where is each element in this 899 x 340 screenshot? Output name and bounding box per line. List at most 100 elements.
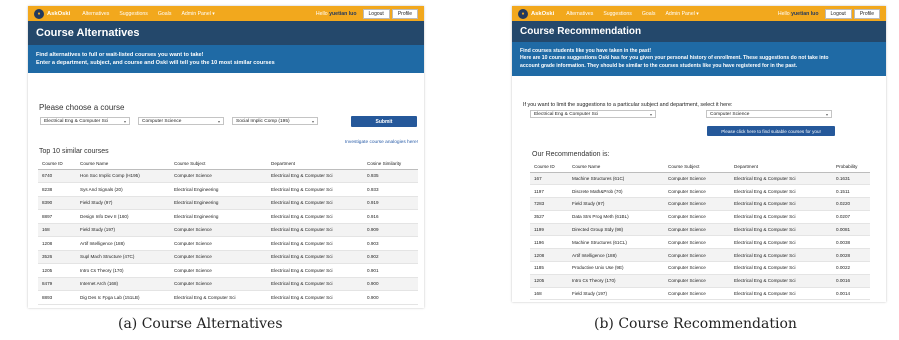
cell-course-id: 1205 bbox=[530, 274, 568, 288]
cell-score: 0.0038 bbox=[832, 235, 870, 250]
cell-department: Electrical Eng & Computer Sci bbox=[267, 223, 363, 237]
col-department: Department bbox=[730, 162, 832, 173]
cell-course-id: 8897 bbox=[38, 209, 76, 224]
cell-score: 0.903 bbox=[363, 236, 418, 251]
nav-user-area: Hello yuetian luo Logout Profile bbox=[778, 8, 880, 19]
table-header-row: Course ID Course Name Course Subject Dep… bbox=[38, 158, 418, 170]
cell-department: Electrical Eng & Computer Sci bbox=[267, 236, 363, 251]
app-logo[interactable]: ● AskOski bbox=[518, 8, 554, 19]
nav-link-goals[interactable]: Goals bbox=[158, 11, 172, 17]
nav-user-area: Hello yuetian luo Logout Profile bbox=[316, 8, 418, 19]
subject-select-value: Computer Science bbox=[710, 111, 750, 117]
info-banner: Find alternatives to full or wait-listed… bbox=[28, 45, 424, 73]
course-select[interactable]: Social Implic Comp (195) ▾ bbox=[232, 117, 318, 125]
table-row: 1197 Discrete Math&Prob (70) Computer Scie… bbox=[530, 184, 870, 199]
cell-course-subject: Electrical Engineering bbox=[170, 209, 267, 224]
cell-score: 0.0028 bbox=[832, 248, 870, 263]
cell-course-subject: Computer Science bbox=[664, 248, 730, 263]
col-probability: Probability bbox=[832, 162, 870, 173]
cell-course-name: Internet Arch (168) bbox=[76, 277, 170, 291]
cell-course-subject: Computer Science bbox=[170, 236, 267, 251]
course-analogies-link[interactable]: Investigate course analogies here! bbox=[345, 140, 418, 145]
cell-department: Electrical Eng & Computer Sci bbox=[267, 182, 363, 197]
table-row: 1208 Artif Intelligence (188) Computer Sci… bbox=[530, 248, 870, 263]
table-row: 1208 Artif Intelligence (188) Computer Sci… bbox=[38, 236, 418, 251]
cell-score: 0.900 bbox=[363, 290, 418, 305]
app-name: AskOski bbox=[47, 10, 71, 17]
greeting: Hello yuetian luo bbox=[778, 11, 819, 17]
nav-link-admin-panel[interactable]: Admin Panel ▾ bbox=[181, 11, 214, 17]
logout-button[interactable]: Logout bbox=[362, 8, 390, 19]
greeting-prefix: Hello bbox=[315, 10, 328, 17]
cell-course-subject: Computer Science bbox=[664, 274, 730, 288]
cell-course-subject: Computer Science bbox=[664, 261, 730, 275]
cell-department: Electrical Eng & Computer Sci bbox=[267, 209, 363, 224]
table-row: 8390 Field Study (97) Electrical Engineeri… bbox=[38, 196, 418, 210]
cell-course-id: 167 bbox=[530, 172, 568, 186]
cell-course-name: Dig Des Ic Fpga Lab (151LB) bbox=[76, 290, 170, 305]
cell-course-subject: Computer Science bbox=[664, 210, 730, 224]
cell-score: 0.1631 bbox=[832, 172, 870, 186]
cell-course-subject: Computer Science bbox=[170, 277, 267, 291]
cell-course-id: 6740 bbox=[38, 169, 76, 183]
greeting: Hello yuetian luo bbox=[316, 11, 357, 17]
recommendations-table: Course ID Course Name Course Subject Dep… bbox=[530, 162, 870, 301]
profile-button[interactable]: Profile bbox=[391, 8, 418, 19]
table-row: 3526 Supl Mach Structure (47C) Computer Sc… bbox=[38, 250, 418, 264]
cell-course-name: Sys And Signals (20) bbox=[76, 182, 170, 197]
cell-course-name: Directed Group Stdy (98) bbox=[568, 223, 664, 237]
cell-course-id: 1208 bbox=[38, 236, 76, 251]
table-row: 1205 Intro Cs Theory (170) Computer Scienc… bbox=[38, 263, 418, 278]
cell-score: 0.909 bbox=[363, 223, 418, 237]
department-select-value: Electrical Eng & Computer Sci bbox=[44, 118, 109, 124]
cell-department: Electrical Eng & Computer Sci bbox=[730, 172, 832, 186]
page-title-bar: Course Alternatives bbox=[28, 21, 424, 45]
col-course-name: Course Name bbox=[568, 162, 664, 173]
bear-logo-icon: ● bbox=[34, 8, 44, 19]
app-logo[interactable]: ● AskOski bbox=[34, 8, 71, 19]
caption-course-alternatives: (a) Course Alternatives bbox=[118, 316, 283, 332]
course-alternatives-panel: ● AskOski Alternatives Suggestions Goals… bbox=[28, 6, 424, 308]
logout-button[interactable]: Logout bbox=[824, 8, 852, 19]
nav-link-alternatives[interactable]: Alternatives bbox=[82, 11, 109, 17]
cell-department: Electrical Eng & Computer Sci bbox=[730, 261, 832, 275]
cell-course-name: Machine Structures (61C) bbox=[568, 172, 664, 186]
cell-course-name: Artif Intelligence (188) bbox=[76, 236, 170, 251]
section-title: Top 10 similar courses bbox=[39, 148, 109, 155]
nav-link-suggestions[interactable]: Suggestions bbox=[603, 11, 632, 17]
nav-link-suggestions[interactable]: Suggestions bbox=[119, 11, 148, 17]
table-row: 8897 Design Info Dev II (160) Electrical E… bbox=[38, 209, 418, 224]
info-banner: Find courses students like you have take… bbox=[512, 42, 886, 76]
cell-course-name: Supl Mach Structure (47C) bbox=[76, 250, 170, 264]
username: yuetian luo bbox=[329, 10, 357, 17]
nav-link-goals[interactable]: Goals bbox=[642, 11, 656, 17]
info-line-3: account grade information. They should b… bbox=[520, 62, 798, 69]
cell-score: 0.0016 bbox=[832, 274, 870, 288]
department-select[interactable]: Electrical Eng & Computer Sci ▾ bbox=[40, 117, 130, 125]
cell-department: Electrical Eng & Computer Sci bbox=[730, 287, 832, 301]
table-row: 1205 Intro Cs Theory (170) Computer Scienc… bbox=[530, 274, 870, 288]
bear-logo-icon: ● bbox=[518, 8, 528, 19]
info-line-2: Enter a department, subject, and course … bbox=[36, 60, 275, 66]
table-row: 3527 Data Strs Prog Meth (61BL) Computer S… bbox=[530, 210, 870, 224]
find-courses-button[interactable]: Please click here to find suitable cours… bbox=[707, 126, 835, 136]
cell-course-name: Artif Intelligence (188) bbox=[568, 248, 664, 263]
department-select[interactable]: Electrical Eng & Computer Sci ▾ bbox=[530, 110, 656, 118]
table-row: 6740 Hon Soc Implic Comp (H195) Computer S… bbox=[38, 169, 418, 183]
nav-link-alternatives[interactable]: Alternatives bbox=[566, 11, 593, 17]
cell-course-subject: Computer Science bbox=[170, 169, 267, 183]
limit-suggestions-label: If you want to limit the suggestions to … bbox=[523, 102, 733, 108]
username: yuetian luo bbox=[791, 10, 819, 17]
subject-select[interactable]: Computer Science ▾ bbox=[138, 117, 224, 125]
nav-link-admin-panel[interactable]: Admin Panel ▾ bbox=[665, 11, 698, 17]
cell-department: Electrical Eng & Computer Sci bbox=[730, 197, 832, 211]
cell-course-subject: Computer Science bbox=[664, 184, 730, 199]
cell-course-subject: Computer Science bbox=[664, 172, 730, 186]
submit-button[interactable]: Submit bbox=[351, 116, 417, 127]
table-row: 8479 Internet Arch (168) Computer Science E… bbox=[38, 277, 418, 291]
chevron-down-icon: ▾ bbox=[649, 111, 652, 117]
table-row: 7283 Field Study (97) Computer Science Elec… bbox=[530, 197, 870, 211]
profile-button[interactable]: Profile bbox=[853, 8, 880, 19]
cell-course-subject: Electrical Engineering bbox=[170, 182, 267, 197]
subject-select[interactable]: Computer Science ▾ bbox=[706, 110, 832, 118]
